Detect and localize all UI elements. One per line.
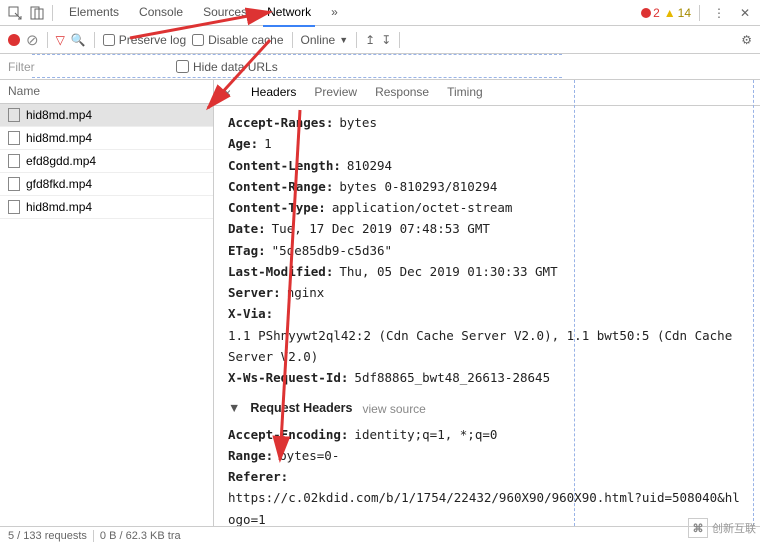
tab-console[interactable]: Console: [135, 0, 187, 26]
header-line: Content-Length:810294: [228, 155, 746, 176]
request-filename: hid8md.mp4: [26, 108, 92, 122]
more-menu-icon[interactable]: ⋮: [708, 2, 730, 24]
request-filename: gfd8fkd.mp4: [26, 177, 92, 191]
request-list-panel: Name hid8md.mp4 hid8md.mp4 efd8gdd.mp4 gfd8…: [0, 80, 214, 526]
header-line: Content-Type:application/octet-stream: [228, 197, 746, 218]
status-transferred: 0 B / 62.3 KB tra: [100, 530, 181, 542]
watermark: ⌘ 创新互联: [688, 518, 756, 538]
details-panel: × Headers Preview Response Timing Accept…: [214, 80, 760, 526]
close-details-icon[interactable]: ×: [224, 86, 235, 100]
filter-icon[interactable]: ▽: [56, 33, 65, 47]
request-headers-section[interactable]: ▼ Request Headers view source: [228, 398, 746, 419]
header-line: Accept-Encoding:identity;q=1, *;q=0: [228, 424, 746, 445]
request-filename: hid8md.mp4: [26, 131, 92, 145]
throttling-select[interactable]: Online▼: [301, 33, 349, 47]
header-line: X-Ws-Request-Id:5df88865_bwt48_26613-286…: [228, 367, 746, 388]
devtools-topbar: Elements Console Sources Network » 2 ▲14…: [0, 0, 760, 26]
error-badge[interactable]: 2: [641, 6, 660, 20]
subtab-response[interactable]: Response: [373, 80, 431, 105]
header-line: Referer:https://c.02kdid.com/b/1/1754/22…: [228, 466, 746, 526]
file-icon: [8, 177, 20, 191]
main-tabs: Elements Console Sources Network »: [65, 0, 342, 26]
request-row[interactable]: gfd8fkd.mp4: [0, 173, 213, 196]
subtab-preview[interactable]: Preview: [312, 80, 359, 105]
header-line: Server:nginx: [228, 282, 746, 303]
warning-badge[interactable]: ▲14: [664, 6, 691, 20]
filter-input[interactable]: [8, 60, 168, 74]
name-column-header[interactable]: Name: [0, 80, 213, 104]
header-line: Accept-Ranges:bytes: [228, 112, 746, 133]
header-line: Content-Range:bytes 0-810293/810294: [228, 176, 746, 197]
clear-icon[interactable]: ⊘: [26, 31, 39, 49]
request-filename: hid8md.mp4: [26, 200, 92, 214]
upload-icon[interactable]: ↥: [365, 33, 375, 47]
header-line: Age:1: [228, 133, 746, 154]
file-icon: [8, 154, 20, 168]
view-source-link[interactable]: view source: [363, 399, 426, 419]
tab-sources[interactable]: Sources: [199, 0, 251, 26]
close-devtools-icon[interactable]: ✕: [734, 2, 756, 24]
header-line: Last-Modified:Thu, 05 Dec 2019 01:30:33 …: [228, 261, 746, 282]
file-icon: [8, 131, 20, 145]
file-icon: [8, 200, 20, 214]
subtab-timing[interactable]: Timing: [445, 80, 485, 105]
main-panel: Name hid8md.mp4 hid8md.mp4 efd8gdd.mp4 gfd8…: [0, 80, 760, 526]
request-row[interactable]: hid8md.mp4: [0, 196, 213, 219]
tab-network[interactable]: Network: [263, 0, 315, 27]
record-icon[interactable]: [8, 34, 20, 46]
subtab-headers[interactable]: Headers: [249, 80, 298, 105]
status-bar: 5 / 133 requests 0 B / 62.3 KB tra: [0, 526, 760, 544]
header-line: Range:bytes=0-: [228, 445, 746, 466]
tab-overflow-icon[interactable]: »: [327, 0, 342, 26]
preserve-log-checkbox[interactable]: Preserve log: [103, 33, 186, 47]
watermark-logo-icon: ⌘: [688, 518, 708, 538]
tab-elements[interactable]: Elements: [65, 0, 123, 26]
request-row[interactable]: hid8md.mp4: [0, 127, 213, 150]
headers-content: Accept-Ranges:bytesAge:1Content-Length:8…: [214, 106, 760, 526]
header-line: Date:Tue, 17 Dec 2019 07:48:53 GMT: [228, 218, 746, 239]
header-line: X-Via:1.1 PShnyywt2ql42:2 (Cdn Cache Ser…: [228, 303, 746, 367]
filter-bar: Hide data URLs: [0, 54, 760, 80]
inspect-element-icon[interactable]: [4, 2, 26, 24]
network-toolbar: ⊘ ▽ 🔍 Preserve log Disable cache Online▼…: [0, 26, 760, 54]
search-icon[interactable]: 🔍: [71, 33, 86, 47]
file-icon: [8, 108, 20, 122]
header-line: ETag:"5de85db9-c5d36": [228, 240, 746, 261]
request-row[interactable]: hid8md.mp4: [0, 104, 213, 127]
settings-icon[interactable]: ⚙: [741, 33, 752, 47]
device-mode-icon[interactable]: [26, 2, 48, 24]
details-tabs: × Headers Preview Response Timing: [214, 80, 760, 106]
disable-cache-checkbox[interactable]: Disable cache: [192, 33, 283, 47]
request-row[interactable]: efd8gdd.mp4: [0, 150, 213, 173]
request-list: hid8md.mp4 hid8md.mp4 efd8gdd.mp4 gfd8fkd.m…: [0, 104, 213, 526]
download-icon[interactable]: ↧: [381, 33, 391, 47]
request-filename: efd8gdd.mp4: [26, 154, 96, 168]
hide-data-urls-checkbox[interactable]: Hide data URLs: [176, 60, 278, 74]
status-requests: 5 / 133 requests: [8, 530, 87, 542]
